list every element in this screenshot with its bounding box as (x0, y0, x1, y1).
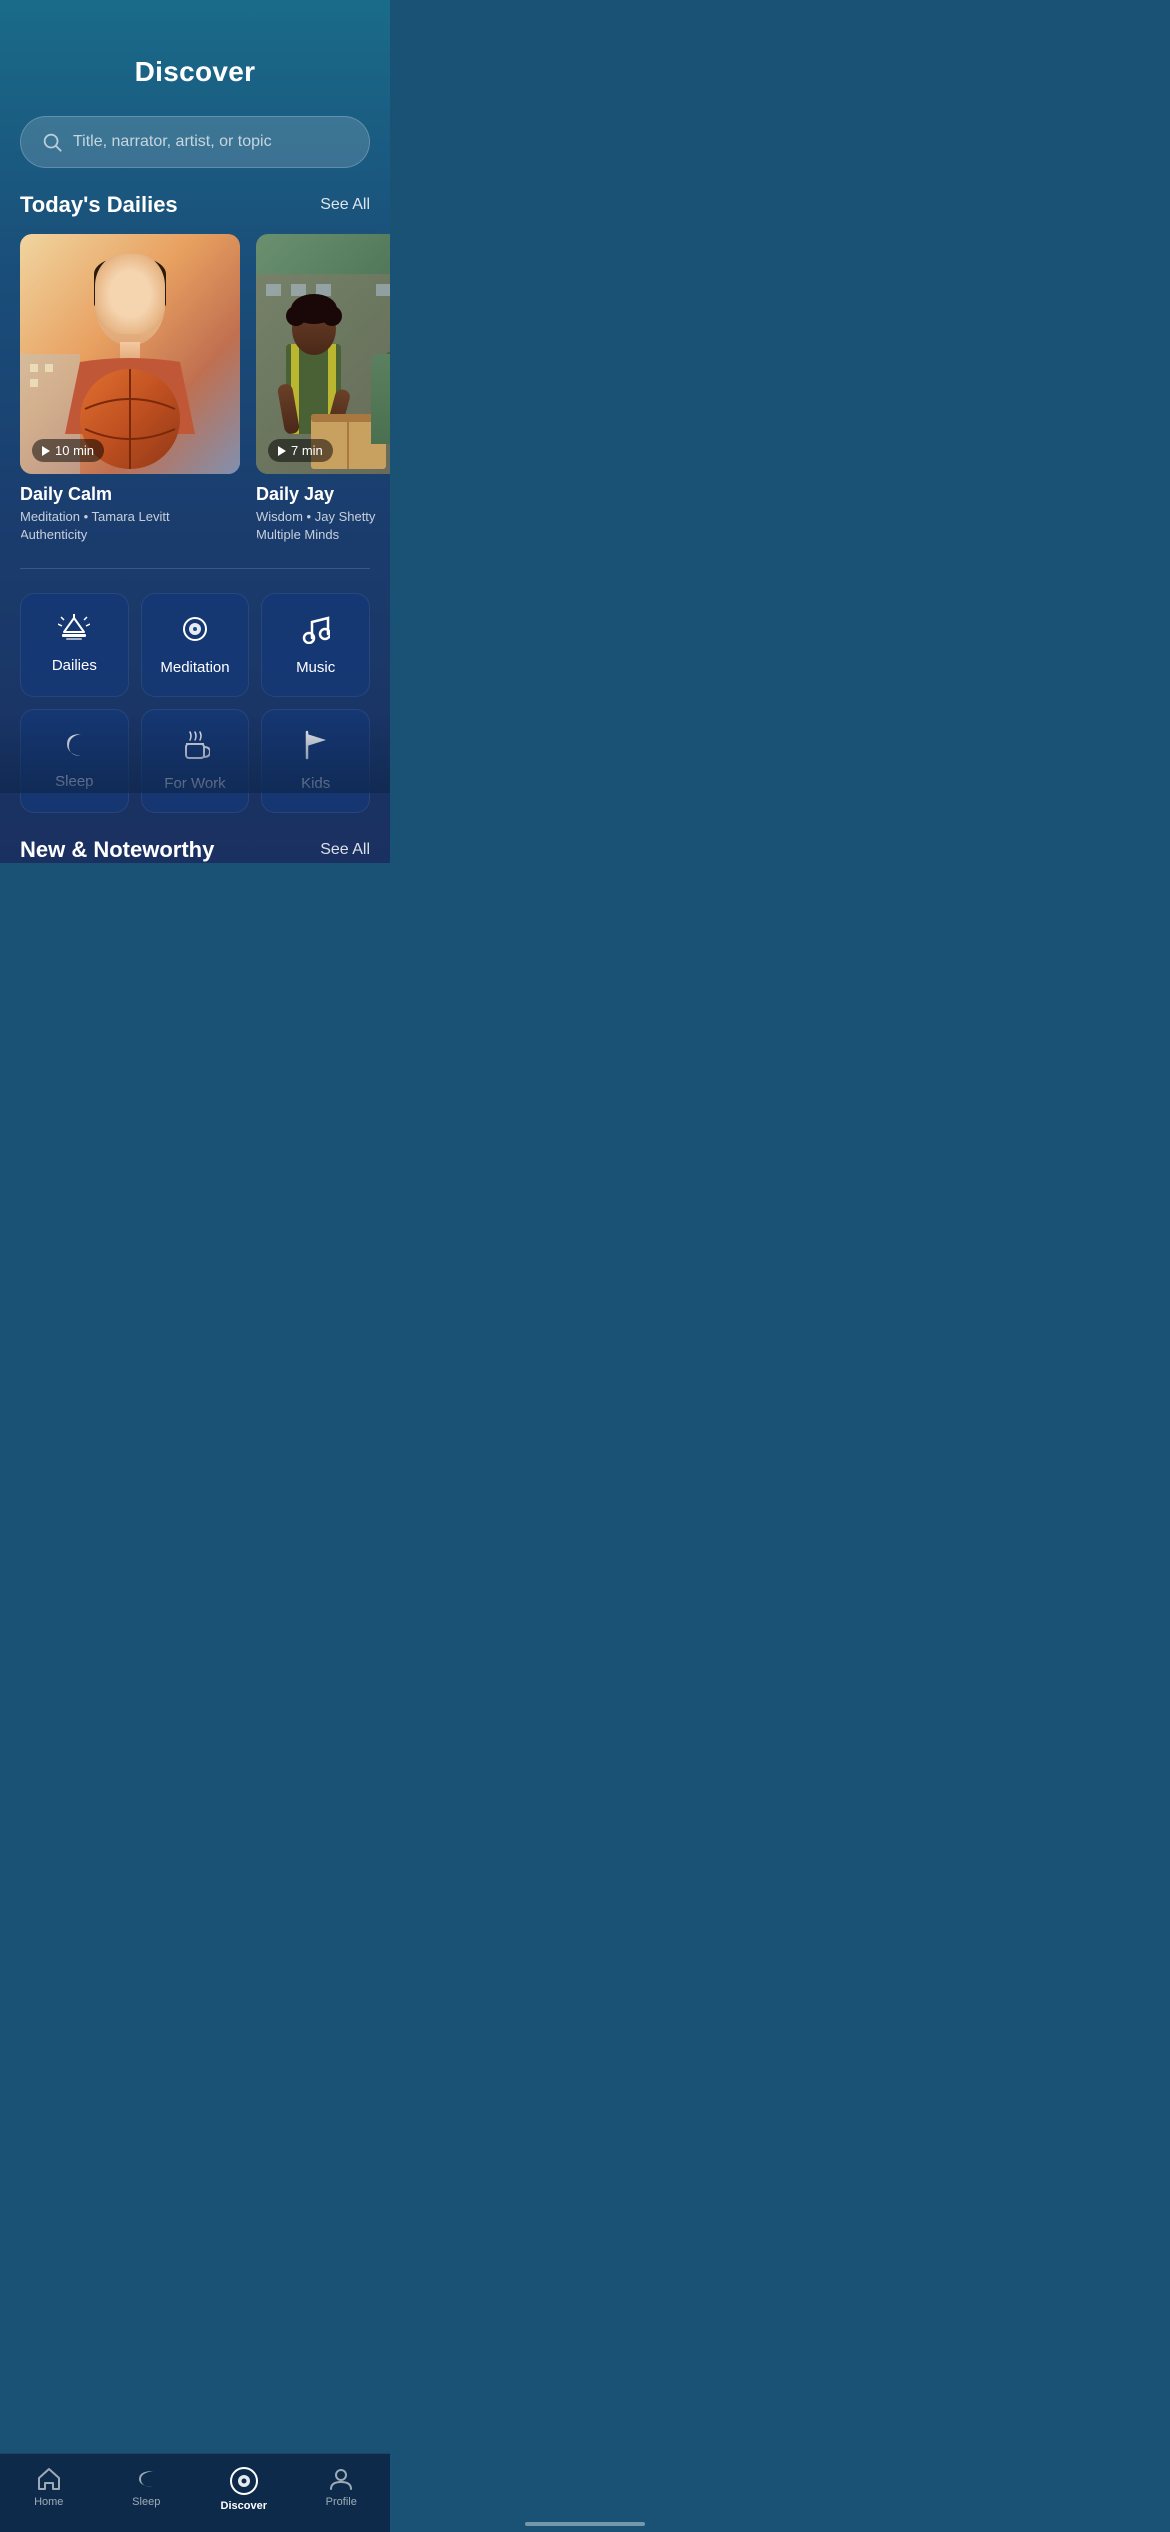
music-label: Music (296, 659, 335, 676)
kids-label: Kids (301, 775, 330, 792)
daily-jay-info: Daily Jay Wisdom • Jay Shetty Multiple M… (256, 474, 390, 544)
categories-row1: Dailies Meditation Music (0, 593, 390, 697)
category-for-work[interactable]: For Work (141, 709, 250, 813)
search-icon (41, 131, 63, 153)
new-noteworthy-header: New & Noteworthy See All (0, 813, 390, 863)
daily-calm-info: Daily Calm Meditation • Tamara Levitt Au… (20, 474, 240, 544)
daily-calm-title: Daily Calm (20, 484, 240, 505)
card-daily-calm-image: 10 min (20, 234, 240, 474)
todays-dailies-see-all[interactable]: See All (320, 196, 370, 214)
categories-row2: Sleep For Work (0, 697, 390, 813)
category-meditation[interactable]: Meditation (141, 593, 250, 697)
for-work-icon (180, 730, 210, 765)
category-music[interactable]: Music (261, 593, 370, 697)
play-icon-jay (278, 446, 286, 456)
daily-jay-title: Daily Jay (256, 484, 390, 505)
category-dailies[interactable]: Dailies (20, 593, 129, 697)
search-bar[interactable]: Title, narrator, artist, or topic (20, 116, 370, 168)
daily-calm-duration: 10 min (32, 439, 104, 462)
meditation-icon (180, 614, 210, 649)
kids-icon (302, 730, 330, 765)
page-title: Discover (20, 56, 370, 88)
daily-calm-bg (20, 234, 240, 474)
todays-dailies-header: Today's Dailies See All (0, 192, 390, 234)
divider (20, 568, 370, 569)
daily-jay-duration: 7 min (268, 439, 333, 462)
category-kids[interactable]: Kids (261, 709, 370, 813)
daily-jay-subtitle1: Wisdom • Jay Shetty (256, 508, 390, 526)
dailies-icon (58, 614, 90, 647)
daily-calm-subtitle1: Meditation • Tamara Levitt (20, 508, 240, 526)
daily-jay-bg (256, 234, 390, 474)
for-work-label: For Work (164, 775, 225, 792)
card-daily-jay[interactable]: 7 min Daily Jay Wisdom • Jay Shetty Mult… (256, 234, 390, 544)
todays-dailies-title: Today's Dailies (20, 192, 178, 218)
sleep-label: Sleep (55, 773, 93, 790)
card-daily-jay-image: 7 min (256, 234, 390, 474)
category-sleep[interactable]: Sleep (20, 709, 129, 813)
dailies-label: Dailies (52, 657, 97, 674)
daily-jay-subtitle2: Multiple Minds (256, 526, 390, 544)
sleep-icon (59, 730, 89, 763)
new-noteworthy-title: New & Noteworthy (20, 837, 214, 863)
music-icon (302, 614, 330, 649)
play-icon (42, 446, 50, 456)
card-daily-calm[interactable]: 10 min Daily Calm Meditation • Tamara Le… (20, 234, 240, 544)
screen: Discover Title, narrator, artist, or top… (0, 0, 390, 863)
daily-calm-subtitle2: Authenticity (20, 526, 240, 544)
meditation-label: Meditation (160, 659, 229, 676)
search-placeholder: Title, narrator, artist, or topic (73, 133, 272, 151)
header: Discover (0, 0, 390, 104)
dailies-cards-scroll: 10 min Daily Calm Meditation • Tamara Le… (0, 234, 390, 544)
new-noteworthy-see-all[interactable]: See All (320, 841, 370, 859)
